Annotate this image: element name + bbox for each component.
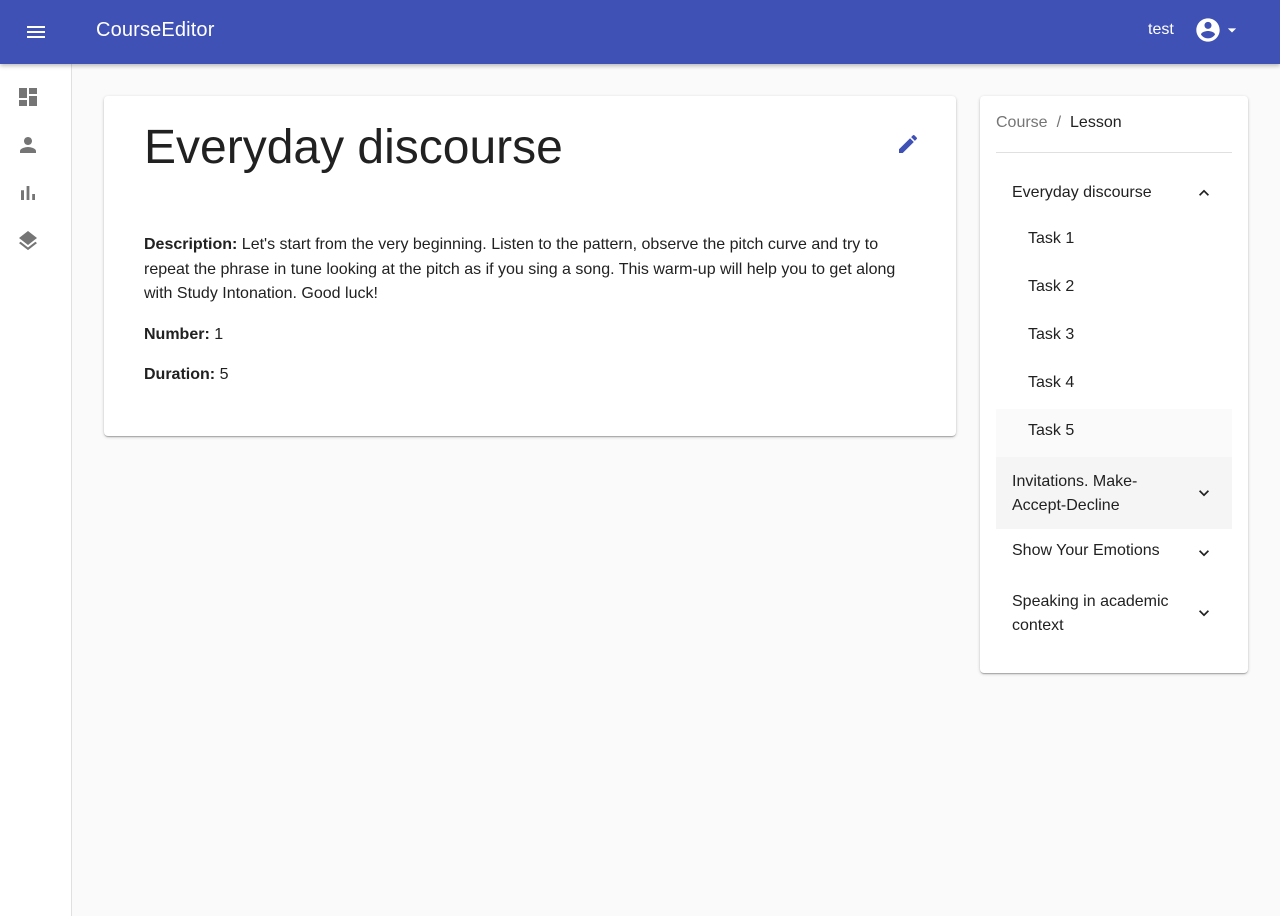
task-label: Task 4 xyxy=(1028,374,1075,391)
lesson-item-label: Invitations. Make-Accept-Decline xyxy=(1012,473,1138,514)
lesson-item-speaking-in-academic-context[interactable]: Speaking in academic context xyxy=(996,577,1232,649)
task-item[interactable]: Task 3 xyxy=(996,313,1232,361)
chevron-down-icon xyxy=(1194,483,1214,503)
lesson-item-label: Speaking in academic context xyxy=(1012,593,1169,634)
user-name: test xyxy=(1148,21,1174,38)
lesson-item-label: Show Your Emotions xyxy=(1012,542,1160,559)
task-item[interactable]: Task 5 xyxy=(996,409,1232,457)
chevron-down-icon xyxy=(1194,603,1214,623)
task-label: Task 1 xyxy=(1028,230,1075,247)
layers-icon[interactable] xyxy=(16,229,40,253)
description-text: Let's start from the very beginning. Lis… xyxy=(144,236,896,302)
edit-button[interactable] xyxy=(894,132,922,160)
duration-row: Duration: 5 xyxy=(144,363,919,388)
breadcrumb: Course / Lesson xyxy=(996,114,1122,132)
duration-label: Duration: xyxy=(144,366,216,383)
edit-pencil-icon xyxy=(896,132,920,161)
task-item[interactable]: Task 4 xyxy=(996,361,1232,409)
breadcrumb-separator: / xyxy=(1056,114,1062,131)
divider xyxy=(996,152,1232,153)
description-row: Description: Let's start from the very b… xyxy=(144,233,919,307)
course-navigation-card: Course / Lesson Everyday discourse Task … xyxy=(980,96,1248,673)
chevron-down-icon xyxy=(1194,543,1214,563)
lesson-item-show-your-emotions[interactable]: Show Your Emotions xyxy=(996,529,1232,577)
arrow-drop-down-icon xyxy=(1222,20,1242,45)
number-row: Number: 1 xyxy=(144,323,919,348)
breadcrumb-course[interactable]: Course xyxy=(996,114,1048,132)
person-icon[interactable] xyxy=(16,133,40,157)
bar-chart-icon[interactable] xyxy=(16,181,40,205)
number-value: 1 xyxy=(214,325,224,343)
description-label: Description: xyxy=(144,236,238,253)
app-title: CourseEditor xyxy=(96,19,215,41)
app-bar: CourseEditor test xyxy=(0,0,1280,64)
number-label: Number: xyxy=(144,325,210,343)
account-menu-button[interactable] xyxy=(1194,16,1242,49)
task-item[interactable]: Task 1 xyxy=(996,217,1232,265)
breadcrumb-lesson: Lesson xyxy=(1070,114,1122,131)
lesson-list: Everyday discourse Task 1 Task 2 Task 3 … xyxy=(996,169,1232,649)
lesson-info: Description: Let's start from the very b… xyxy=(144,233,919,404)
nav-drawer xyxy=(0,64,72,916)
lesson-item-everyday-discourse[interactable]: Everyday discourse xyxy=(996,169,1232,217)
task-item[interactable]: Task 2 xyxy=(996,265,1232,313)
task-label: Task 3 xyxy=(1028,326,1075,343)
dashboard-icon[interactable] xyxy=(16,85,40,109)
lesson-details-card: Everyday discourse Description: Let's st… xyxy=(104,96,956,436)
duration-value: 5 xyxy=(219,366,229,383)
lesson-item-label: Everyday discourse xyxy=(1012,184,1152,201)
account-circle-icon xyxy=(1194,16,1222,49)
lesson-item-invitations[interactable]: Invitations. Make-Accept-Decline xyxy=(996,457,1232,529)
menu-icon[interactable] xyxy=(20,16,52,48)
task-label: Task 5 xyxy=(1028,422,1075,439)
task-label: Task 2 xyxy=(1028,278,1075,295)
lesson-title: Everyday discourse xyxy=(144,121,563,174)
chevron-up-icon xyxy=(1194,183,1214,203)
